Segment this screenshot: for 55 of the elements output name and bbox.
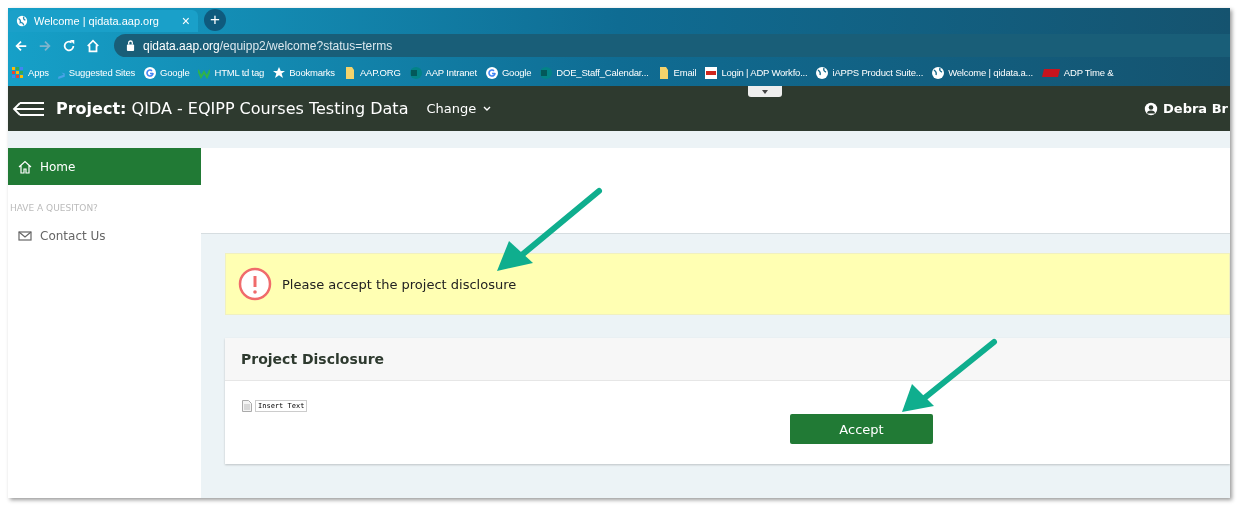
apps-grid-icon	[12, 66, 24, 79]
folder-icon	[657, 66, 670, 79]
globe-icon	[932, 66, 945, 79]
reload-icon[interactable]	[62, 38, 76, 53]
bookmark-item[interactable]: Email	[657, 66, 697, 79]
bookmark-item[interactable]: AAP.ORG	[343, 66, 401, 79]
alert-message: Please accept the project disclosure	[282, 276, 517, 292]
adp-logo-icon	[1041, 68, 1060, 77]
mail-icon	[18, 228, 32, 243]
card-title: Project Disclosure	[241, 351, 385, 367]
adp-logo-icon	[705, 66, 718, 79]
sharepoint-icon	[409, 66, 422, 79]
document-icon	[242, 400, 252, 412]
tab-title: Welcome | qidata.aap.org	[34, 15, 160, 27]
dropdown-handle[interactable]	[748, 86, 782, 97]
close-tab-button[interactable]: ×	[181, 13, 190, 29]
user-icon	[1144, 101, 1159, 116]
bookmark-item[interactable]: Welcome | qidata.a...	[932, 66, 1033, 79]
bookmark-item[interactable]: DOE_Staff_Calendar...	[540, 66, 649, 79]
globe-icon	[16, 15, 28, 27]
google-icon	[144, 66, 157, 79]
bookmark-item[interactable]: ADP Time &	[1041, 67, 1114, 78]
menu-icon[interactable]	[12, 99, 46, 118]
star-icon	[273, 66, 286, 79]
nav-item[interactable]: Contact Us	[8, 217, 201, 254]
bookmark-item[interactable]: Suggested Sites	[57, 66, 136, 79]
alert-icon	[238, 267, 272, 301]
google-icon	[485, 66, 498, 79]
bookmark-item[interactable]: Google	[144, 66, 190, 79]
user-menu[interactable]: Debra Br	[1144, 101, 1228, 116]
nav-item[interactable]: Home	[8, 148, 201, 185]
globe-icon	[816, 66, 829, 79]
bookmark-item[interactable]: HTML td tag	[198, 66, 265, 79]
sharepoint-icon	[540, 66, 553, 79]
section-heading: HAVE A QUESITON?	[9, 202, 99, 215]
home-icon[interactable]	[86, 38, 100, 53]
caret-icon	[760, 88, 770, 95]
project-title: Project: QIDA - EQIPP Courses Testing Data	[56, 99, 409, 118]
home-icon	[18, 159, 32, 174]
browser-tab[interactable]: Welcome | qidata.aap.org ×	[8, 10, 198, 32]
bookmark-item[interactable]: Bookmarks	[273, 66, 335, 79]
new-tab-button[interactable]: +	[204, 9, 226, 31]
url-text: qidata.aap.org/equipp2/welcome?status=terms	[143, 38, 393, 53]
address-bar[interactable]: qidata.aap.org/equipp2/welcome?status=terms	[114, 34, 1230, 57]
folder-icon	[343, 66, 356, 79]
bookmark-item[interactable]: iAPPS Product Suite...	[816, 66, 924, 79]
bookmark-item[interactable]: Login | ADP Workfo...	[705, 66, 808, 79]
bookmark-item[interactable]: Apps	[12, 66, 49, 79]
change-dropdown[interactable]: Change	[420, 100, 499, 117]
accept-button[interactable]: Accept	[790, 414, 933, 444]
back-icon[interactable]	[14, 38, 28, 53]
chevron-down-icon	[482, 105, 493, 112]
bookmark-item[interactable]: AAP Intranet	[409, 66, 477, 79]
bookmark-item[interactable]: Google	[485, 66, 532, 79]
lock-icon	[126, 40, 135, 51]
